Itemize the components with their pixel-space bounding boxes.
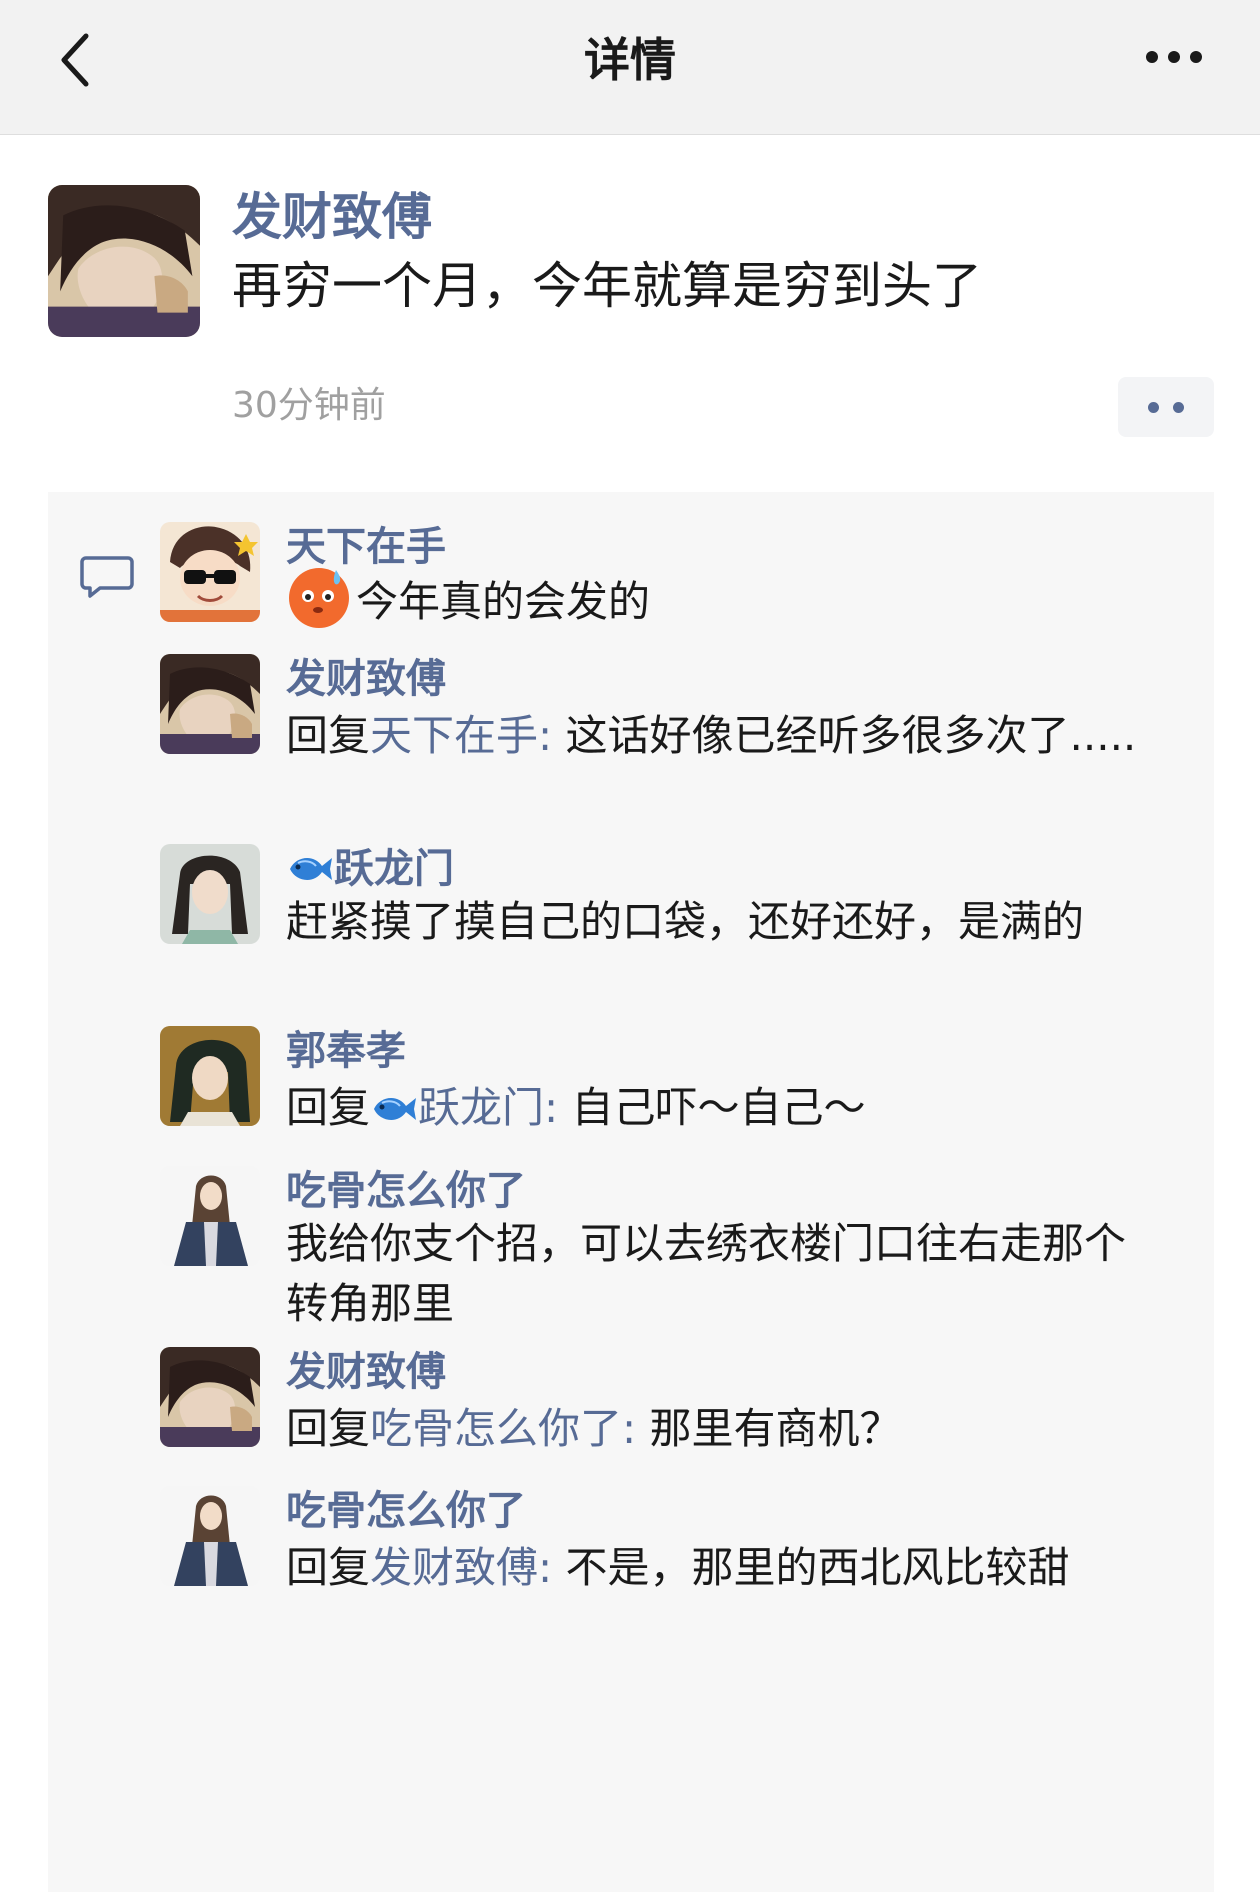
- navigation-bar: 详情: [0, 0, 1260, 135]
- commenter-avatar[interactable]: [160, 844, 260, 944]
- avatar-image: [160, 844, 260, 944]
- commenter-name[interactable]: 吃骨怎么你了: [286, 1486, 526, 1536]
- like-comment-button[interactable]: [1118, 377, 1214, 437]
- avatar-image: [160, 1026, 260, 1126]
- comment-text-content: 自己吓～自己～: [558, 1083, 866, 1132]
- page-title: 详情: [584, 33, 676, 87]
- commenter-name[interactable]: 跃龙门: [286, 844, 454, 894]
- commenter-name[interactable]: 郭奉孝: [286, 1026, 406, 1076]
- commenter-avatar[interactable]: [160, 1166, 260, 1266]
- comment-text-content: 那里有商机？: [636, 1404, 902, 1453]
- post-timestamp: 30分钟前: [232, 385, 386, 426]
- avatar-image: [160, 1486, 260, 1586]
- commenter-name[interactable]: 发财致傅: [286, 1347, 446, 1397]
- avatar-image: [48, 185, 200, 337]
- comment-text: 回复 跃龙门: 自己吓～自己～: [286, 1078, 1166, 1138]
- reply-to-name[interactable]: 跃龙门:: [370, 1083, 558, 1132]
- reply-prefix: 回复: [286, 1404, 371, 1453]
- comment-text-content: 不是，那里的西北风比较甜: [552, 1543, 1070, 1592]
- avatar-image: [160, 522, 260, 622]
- fish-icon: [370, 1092, 418, 1126]
- reply-to-name[interactable]: 吃骨怎么你了:: [370, 1404, 636, 1453]
- comment-text: 我给你支个招，可以去绣衣楼门口往右走那个转角那里: [286, 1219, 1127, 1328]
- commenter-avatar[interactable]: [160, 1486, 260, 1586]
- reply-to-name[interactable]: 天下在手:: [370, 711, 552, 760]
- reply-to-name-text: 跃龙门:: [418, 1083, 559, 1132]
- comment-text: 赶紧摸了摸自己的口袋，还好还好，是满的: [286, 897, 1085, 946]
- dot-icon: [1173, 402, 1184, 413]
- more-horizontal-icon: [1146, 51, 1202, 63]
- commenter-name[interactable]: 发财致傅: [286, 654, 446, 704]
- comment-text-content: 今年真的会发的: [356, 577, 651, 626]
- comment-text: 回复天下在手: 这话好像已经听多很多次了.....: [286, 706, 1166, 766]
- commenter-avatar[interactable]: [160, 522, 260, 622]
- reply-prefix: 回复: [286, 1083, 371, 1132]
- commenter-name[interactable]: 吃骨怎么你了: [286, 1166, 526, 1216]
- commenter-avatar[interactable]: [160, 1347, 260, 1447]
- post-author-avatar[interactable]: [48, 185, 200, 337]
- comments-section: 天下在手 今年真的会发的 发财致傅 回复天下在手: 这话好像已经听多很多次了..…: [48, 492, 1214, 1892]
- post-author-name[interactable]: 发财致傅: [232, 188, 432, 246]
- avatar-image: [160, 1166, 260, 1266]
- comment-text: 今年真的会发的: [286, 564, 1166, 632]
- post-text: 再穷一个月，今年就算是穷到头了: [232, 257, 982, 315]
- avatar-image: [160, 654, 260, 754]
- comment-bubble-icon: [80, 556, 134, 598]
- commenter-avatar[interactable]: [160, 1026, 260, 1126]
- dot-icon: [1148, 402, 1159, 413]
- comment-text: 回复吃骨怎么你了: 那里有商机？: [286, 1399, 1166, 1459]
- fish-icon: [286, 852, 334, 886]
- blushing-face-emoji: [289, 568, 349, 628]
- avatar-image: [160, 1347, 260, 1447]
- reply-prefix: 回复: [286, 1543, 371, 1592]
- reply-to-name[interactable]: 发财致傅:: [370, 1543, 552, 1592]
- commenter-name-text: 跃龙门: [334, 846, 454, 892]
- more-button[interactable]: [1144, 40, 1204, 74]
- comment-text-content: 这话好像已经听多很多次了.....: [552, 711, 1137, 760]
- comment-text: 回复发财致傅: 不是，那里的西北风比较甜: [286, 1538, 1166, 1598]
- commenter-avatar[interactable]: [160, 654, 260, 754]
- reply-prefix: 回复: [286, 711, 371, 760]
